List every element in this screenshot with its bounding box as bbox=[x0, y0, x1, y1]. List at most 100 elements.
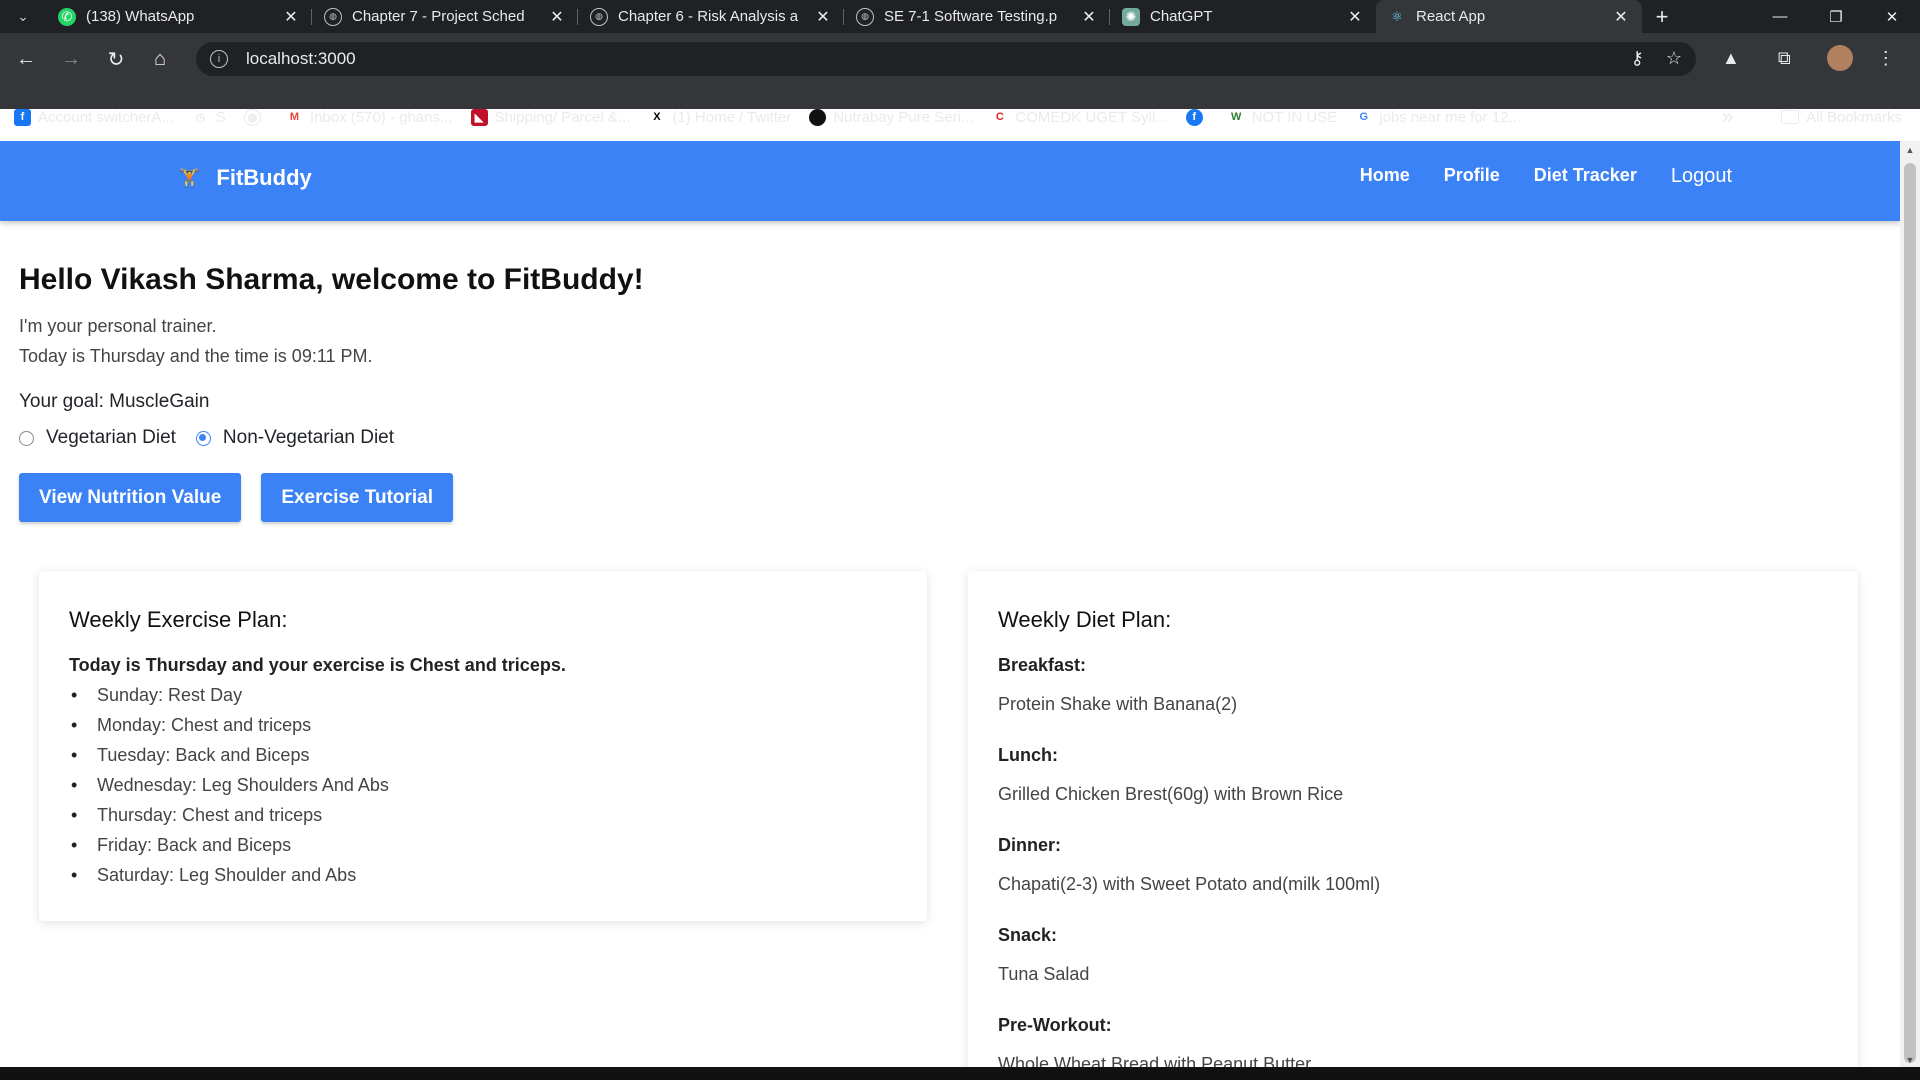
list-item: Wednesday: Leg Shoulders And Abs bbox=[69, 770, 897, 800]
scroll-up-icon[interactable]: ▲ bbox=[1900, 145, 1920, 155]
tab-search-chevron-icon[interactable]: ⌄ bbox=[0, 0, 46, 33]
nonveg-radio[interactable] bbox=[195, 430, 211, 446]
close-icon[interactable]: ✕ bbox=[548, 7, 566, 27]
minimize-icon[interactable]: — bbox=[1752, 8, 1808, 26]
globe-icon: ◍ bbox=[590, 7, 608, 26]
preworkout-heading: Pre-Workout: bbox=[998, 1015, 1112, 1035]
facebook-icon: f bbox=[1185, 108, 1203, 126]
menu-kebab-icon[interactable]: ⋮ bbox=[1877, 48, 1895, 69]
diet-plan-card: Weekly Diet Plan: Breakfast: Protein Sha… bbox=[968, 571, 1858, 1067]
close-icon[interactable]: ✕ bbox=[1346, 7, 1364, 27]
tab-chapter6[interactable]: ◍ Chapter 6 - Risk Analysis a ✕ bbox=[578, 0, 844, 33]
brand[interactable]: 🏋 FitBuddy bbox=[178, 165, 312, 191]
toolbar-actions: ▲ ⧉ ⋮ bbox=[1722, 45, 1895, 71]
fitbuddy-logo-icon: 🏋 bbox=[178, 167, 201, 188]
close-icon[interactable]: ✕ bbox=[1080, 7, 1098, 27]
w-icon: W bbox=[1230, 111, 1242, 123]
list-item: Friday: Back and Biceps bbox=[69, 830, 897, 860]
tab-title: (138) WhatsApp bbox=[86, 8, 195, 25]
close-icon[interactable]: ✕ bbox=[814, 7, 832, 27]
bookmark-item[interactable]: Gjobs near me for 12... bbox=[1355, 108, 1521, 126]
profile-avatar[interactable] bbox=[1826, 45, 1853, 71]
exercise-plan-heading: Weekly Exercise Plan: bbox=[69, 607, 288, 632]
bookmark-item[interactable]: f bbox=[1185, 108, 1210, 126]
forward-icon[interactable]: → bbox=[57, 45, 85, 73]
bookmark-item[interactable]: ◣ Shipping/ Parcel &... bbox=[470, 108, 630, 126]
bookmark-star-icon[interactable]: ☆ bbox=[1666, 48, 1682, 69]
exercise-list: Sunday: Rest Day Monday: Chest and trice… bbox=[69, 680, 897, 890]
bookmark-item[interactable]: C COMEDK UGET Syll... bbox=[991, 109, 1168, 126]
screen-bottom-edge bbox=[0, 1067, 1920, 1080]
scrollbar-thumb[interactable] bbox=[1904, 163, 1916, 1063]
exercise-tutorial-button[interactable]: Exercise Tutorial bbox=[261, 473, 454, 522]
snack-value: Tuna Salad bbox=[998, 964, 1090, 984]
all-bookmarks[interactable]: All Bookmarks bbox=[1781, 109, 1902, 126]
tab-chapter7[interactable]: ◍ Chapter 7 - Project Sched ✕ bbox=[312, 0, 578, 33]
brand-name: FitBuddy bbox=[216, 165, 312, 190]
password-key-icon[interactable]: ⚷ bbox=[1631, 48, 1644, 69]
lunch-heading: Lunch: bbox=[998, 745, 1058, 765]
breakfast-value: Protein Shake with Banana(2) bbox=[998, 694, 1238, 714]
exercise-plan-card: Weekly Exercise Plan: Today is Thursday … bbox=[39, 571, 927, 921]
breakfast-heading: Breakfast: bbox=[998, 655, 1087, 675]
bookmarks-overflow-icon[interactable]: » bbox=[1722, 106, 1733, 129]
nutrabay-icon bbox=[809, 108, 827, 126]
scroll-down-icon[interactable]: ▼ bbox=[1900, 1055, 1920, 1065]
window-controls: — ❐ ✕ bbox=[1752, 8, 1920, 26]
bookmark-item[interactable]: X (1) Home / Twitter bbox=[648, 108, 791, 126]
list-item: Monday: Chest and triceps bbox=[69, 710, 897, 740]
bookmark-item[interactable]: W NOT IN USE bbox=[1228, 109, 1337, 126]
diet-plan-heading: Weekly Diet Plan: bbox=[998, 607, 1172, 632]
new-tab-icon[interactable]: + bbox=[1642, 4, 1682, 30]
x-icon: X bbox=[648, 108, 666, 126]
view-nutrition-button[interactable]: View Nutrition Value bbox=[19, 473, 242, 522]
nav-profile[interactable]: Profile bbox=[1444, 165, 1500, 188]
close-icon[interactable]: ✕ bbox=[1612, 7, 1630, 27]
diet-choice: Vegetarian Diet Non-Vegetarian Diet bbox=[19, 427, 644, 449]
home-icon[interactable]: ⌂ bbox=[146, 45, 174, 73]
bookmark-item[interactable]: Nutrabay Pure Seri... bbox=[809, 108, 973, 126]
puzzle-icon[interactable]: ⧉ bbox=[1778, 48, 1791, 69]
tab-se71[interactable]: ◍ SE 7-1 Software Testing.p ✕ bbox=[844, 0, 1110, 33]
tab-react-app[interactable]: ⚛ React App ✕ bbox=[1376, 0, 1642, 33]
folder-icon bbox=[1781, 110, 1800, 124]
google-icon: G bbox=[1355, 108, 1373, 126]
bookmark-item[interactable]: ◍ bbox=[243, 108, 268, 126]
welcome-section: Hello Vikash Sharma, welcome to FitBuddy… bbox=[19, 263, 644, 522]
veg-label[interactable]: Vegetarian Diet bbox=[46, 427, 176, 449]
url-text: localhost:3000 bbox=[246, 49, 356, 68]
globe-icon: ◍ bbox=[856, 7, 874, 26]
bookmarks-bar: f Account switcherA... ◷ S ◍ M Inbox (570) … bbox=[0, 92, 1920, 142]
back-icon[interactable]: ← bbox=[12, 45, 40, 73]
dinner-value: Chapati(2-3) with Sweet Potato and(milk … bbox=[998, 874, 1381, 894]
nonveg-label[interactable]: Non-Vegetarian Diet bbox=[223, 427, 394, 449]
list-item: Thursday: Chest and triceps bbox=[69, 800, 897, 830]
nav-logout[interactable]: Logout bbox=[1671, 165, 1732, 188]
list-item: Sunday: Rest Day bbox=[69, 680, 897, 710]
today-exercise: Today is Thursday and your exercise is C… bbox=[69, 655, 566, 675]
trainer-text: I'm your personal trainer. bbox=[19, 316, 217, 336]
veg-radio[interactable] bbox=[19, 430, 34, 446]
reload-icon[interactable]: ↻ bbox=[102, 45, 130, 73]
time-text: Today is Thursday and the time is 09:11 … bbox=[19, 346, 373, 366]
goal-text: Your goal: MuscleGain bbox=[19, 391, 210, 412]
page-scrollbar[interactable]: ▲ ▼ bbox=[1900, 141, 1920, 1067]
tab-whatsapp[interactable]: ✆ (138) WhatsApp ✕ bbox=[46, 0, 312, 33]
nav-home[interactable]: Home bbox=[1360, 165, 1410, 188]
tab-chatgpt[interactable]: ✺ ChatGPT ✕ bbox=[1110, 0, 1376, 33]
nav-diet-tracker[interactable]: Diet Tracker bbox=[1534, 165, 1637, 188]
bookmark-item[interactable]: M Inbox (570) - ghans... bbox=[286, 109, 453, 126]
restore-icon[interactable]: ❐ bbox=[1808, 8, 1864, 26]
history-icon: ◷ bbox=[195, 111, 206, 124]
close-icon[interactable]: ✕ bbox=[282, 7, 300, 27]
globe-icon: ◍ bbox=[324, 7, 342, 26]
whatsapp-icon: ✆ bbox=[58, 7, 76, 26]
app-navbar: 🏋 FitBuddy Home Profile Diet Tracker Log… bbox=[0, 141, 1900, 221]
site-info-icon[interactable]: i bbox=[210, 50, 228, 68]
bookmark-item[interactable]: f Account switcherA... bbox=[14, 108, 174, 126]
extension-icon[interactable]: ▲ bbox=[1722, 48, 1740, 69]
window-close-icon[interactable]: ✕ bbox=[1864, 8, 1920, 26]
bookmark-item[interactable]: ◷ S bbox=[192, 109, 226, 126]
address-bar[interactable]: i localhost:3000 ⚷ ☆ bbox=[196, 42, 1696, 76]
tab-title: SE 7-1 Software Testing.p bbox=[884, 8, 1058, 25]
